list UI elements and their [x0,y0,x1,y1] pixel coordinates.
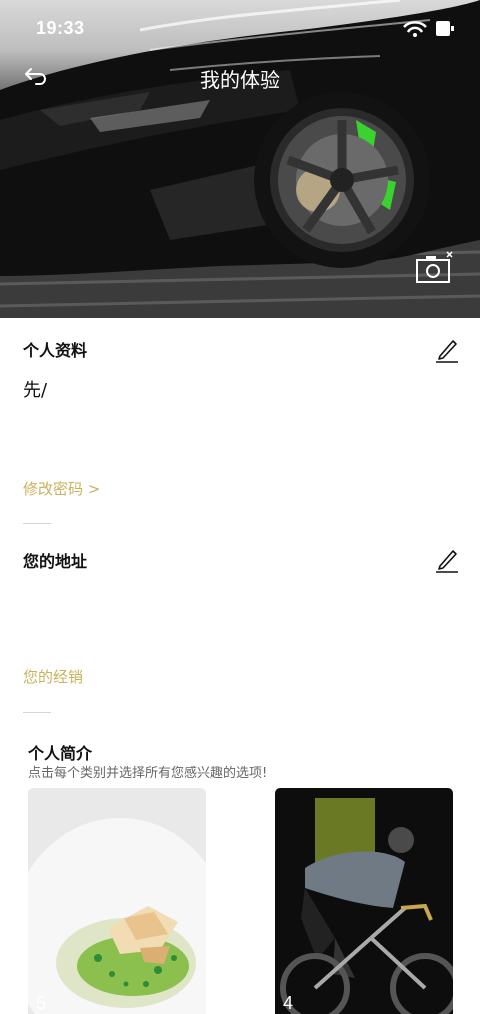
status-bar: 19:33 [0,0,480,56]
interests-subtitle: 点击每个类别并选择所有您感兴趣的选项! [28,766,268,781]
battery-icon [436,21,454,36]
divider [23,712,51,713]
interests-title: 个人简介 [28,744,93,763]
hero-banner: 19:33 我的体验 [0,0,480,318]
wifi-icon [403,21,427,37]
profile-section-title: 个人资料 [23,341,88,360]
profile-name-value: 先/ [23,380,48,401]
status-icons [403,21,454,37]
status-time: 19:33 [36,18,85,38]
pencil-icon[interactable] [434,546,460,574]
page-title: 我的体验 [200,68,280,92]
interest-card-food[interactable]: 5 [28,788,206,1014]
cycling-image [275,788,453,1014]
dealer-link[interactable]: 您的经销 [23,666,83,687]
pencil-icon[interactable] [434,336,460,364]
card-number: 4 [283,993,294,1013]
address-section-title: 您的地址 [23,552,88,571]
food-image [28,788,206,1014]
divider [23,523,51,524]
change-password-link[interactable]: 修改密码 > [23,478,100,499]
interest-card-cycling[interactable]: 4 [275,788,453,1014]
card-number: 5 [36,993,47,1013]
camera-icon[interactable] [414,250,456,286]
